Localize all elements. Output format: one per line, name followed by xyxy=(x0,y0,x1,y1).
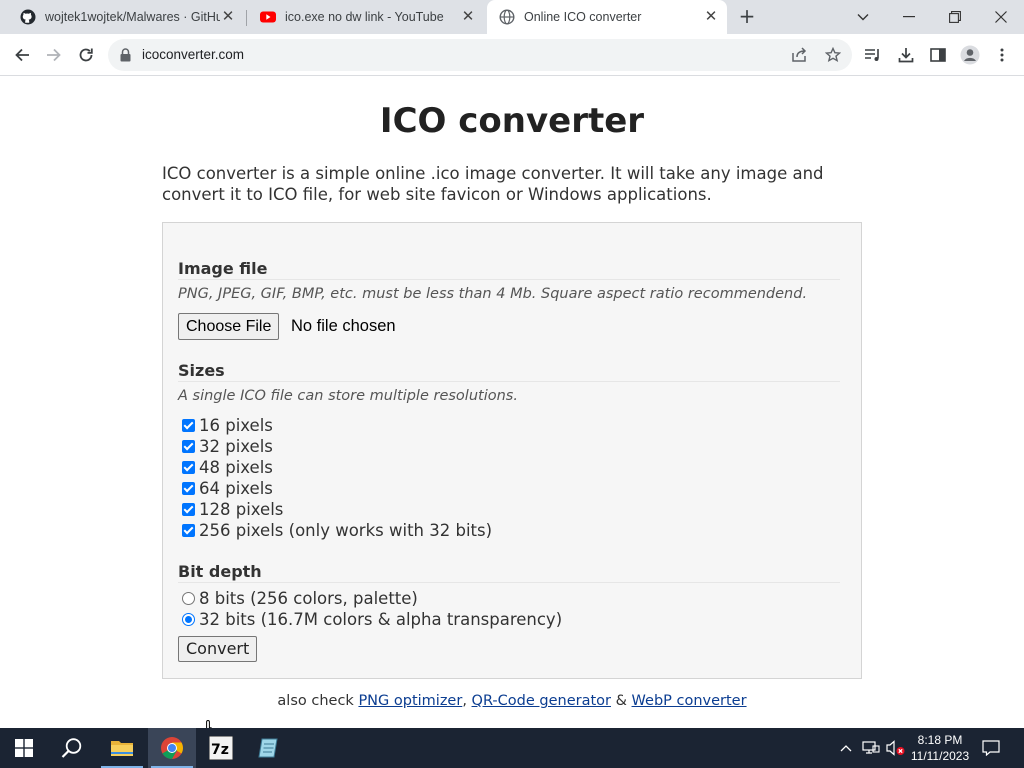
size-option-label: 16 pixels xyxy=(199,416,273,435)
divider xyxy=(178,381,840,382)
media-control-icon[interactable] xyxy=(862,44,884,66)
close-icon[interactable]: ✕ xyxy=(460,9,476,25)
windows-taskbar: 7z 8:18 PM 11/11/2023 xyxy=(0,728,1024,768)
file-status: No file chosen xyxy=(291,317,396,335)
intro-text: ICO converter is a simple online .ico im… xyxy=(162,164,824,204)
size-option-label: 48 pixels xyxy=(199,458,273,477)
image-file-hint: PNG, JPEG, GIF, BMP, etc. must be less t… xyxy=(178,286,808,302)
forward-arrow-icon[interactable] xyxy=(40,41,68,69)
share-icon[interactable] xyxy=(788,44,810,66)
32-bit-radio[interactable] xyxy=(182,613,195,626)
github-icon xyxy=(20,9,36,25)
webp-converter-link[interactable]: WebP converter xyxy=(632,693,747,709)
star-icon[interactable] xyxy=(822,44,844,66)
globe-icon xyxy=(499,9,515,25)
tab-separator xyxy=(246,10,247,26)
network-icon[interactable] xyxy=(861,738,881,758)
chrome-icon[interactable] xyxy=(148,728,196,768)
address-bar[interactable]: icoconverter.com xyxy=(108,39,852,71)
file-explorer-icon[interactable] xyxy=(98,728,146,768)
tab-youtube[interactable]: ico.exe no dw link - YouTube ✕ xyxy=(248,0,484,34)
sizes-hint: A single ICO file can store multiple res… xyxy=(178,388,518,404)
svg-text:7z: 7z xyxy=(211,742,229,758)
convert-button[interactable]: Convert xyxy=(178,636,258,662)
divider xyxy=(178,279,840,280)
size-16-checkbox[interactable] xyxy=(182,419,195,432)
new-tab-icon[interactable]: + xyxy=(736,6,758,28)
volume-muted-icon[interactable] xyxy=(886,738,906,758)
restore-icon[interactable] xyxy=(932,0,978,34)
clock-time: 8:18 PM xyxy=(917,733,963,747)
reload-icon[interactable] xyxy=(72,41,100,69)
tab-ico-converter[interactable]: Online ICO converter ✕ xyxy=(487,0,727,34)
png-optimizer-link[interactable]: PNG optimizer xyxy=(358,693,462,709)
7zip-icon[interactable]: 7z xyxy=(197,728,245,768)
notification-icon[interactable] xyxy=(981,738,1001,758)
size-48-checkbox[interactable] xyxy=(182,461,195,474)
image-file-heading: Image file xyxy=(178,259,268,278)
divider xyxy=(178,582,840,583)
8-bit-radio[interactable] xyxy=(182,592,195,605)
also-check-footer: also check PNG optimizer, QR-Code genera… xyxy=(0,693,1024,709)
size-option-32: 32 pixels xyxy=(182,437,273,456)
system-clock[interactable]: 8:18 PM 11/11/2023 xyxy=(910,732,970,764)
size-64-checkbox[interactable] xyxy=(182,482,195,495)
clock-date: 11/11/2023 xyxy=(910,749,970,763)
bit-depth-option-8: 8 bits (256 colors, palette) xyxy=(182,589,418,608)
tab-title: Online ICO converter xyxy=(524,10,642,24)
footer-separator: , xyxy=(462,693,472,709)
qr-code-generator-link[interactable]: QR-Code generator xyxy=(472,693,611,709)
bit-depth-option-32: 32 bits (16.7M colors & alpha transparen… xyxy=(182,610,562,629)
url-text[interactable]: icoconverter.com xyxy=(142,47,244,62)
size-256-checkbox[interactable] xyxy=(182,524,195,537)
tab-github[interactable]: wojtek1wojtek/Malwares · GitHub ✕ xyxy=(8,0,244,34)
size-option-48: 48 pixels xyxy=(182,458,273,477)
size-option-label: 64 pixels xyxy=(199,479,273,498)
browser-toolbar: icoconverter.com xyxy=(0,34,1024,76)
footer-prefix: also check xyxy=(277,693,359,709)
size-option-16: 16 pixels xyxy=(182,416,273,435)
search-icon[interactable] xyxy=(48,728,96,768)
tab-title: wojtek1wojtek/Malwares · GitHub xyxy=(45,10,220,24)
close-window-icon[interactable] xyxy=(978,0,1024,34)
close-icon[interactable]: ✕ xyxy=(703,9,719,25)
chevron-up-icon[interactable] xyxy=(836,738,856,758)
bit-depth-label: 8 bits (256 colors, palette) xyxy=(199,589,418,608)
side-panel-icon[interactable] xyxy=(927,44,949,66)
notepad-icon[interactable] xyxy=(246,728,294,768)
bit-depth-label: 32 bits (16.7M colors & alpha transparen… xyxy=(199,610,563,629)
choose-file-button[interactable]: Choose File xyxy=(178,313,280,340)
page-content: ICO converter ICO converter is a simple … xyxy=(0,77,1024,728)
footer-separator: & xyxy=(611,693,632,709)
mouse-cursor-icon xyxy=(203,719,219,728)
download-icon[interactable] xyxy=(895,44,917,66)
page-title: ICO converter xyxy=(379,101,645,141)
tab-search-icon[interactable] xyxy=(840,0,886,34)
size-option-label: 32 pixels xyxy=(199,437,273,456)
size-option-128: 128 pixels xyxy=(182,500,283,519)
size-option-label: 128 pixels xyxy=(199,500,284,519)
tab-title: ico.exe no dw link - YouTube xyxy=(285,10,444,24)
size-32-checkbox[interactable] xyxy=(182,440,195,453)
size-option-label: 256 pixels (only works with 32 bits) xyxy=(199,521,493,540)
minimize-icon[interactable] xyxy=(886,0,932,34)
size-128-checkbox[interactable] xyxy=(182,503,195,516)
size-option-256: 256 pixels (only works with 32 bits) xyxy=(182,521,492,540)
youtube-icon xyxy=(260,9,276,25)
profile-avatar-icon[interactable] xyxy=(959,44,981,66)
size-option-64: 64 pixels xyxy=(182,479,273,498)
windows-start-icon[interactable] xyxy=(0,728,48,768)
back-arrow-icon[interactable] xyxy=(8,41,36,69)
bit-depth-heading: Bit depth xyxy=(178,562,262,581)
tab-strip: wojtek1wojtek/Malwares · GitHub ✕ ico.ex… xyxy=(0,0,1024,34)
sizes-heading: Sizes xyxy=(178,361,225,380)
lock-icon[interactable] xyxy=(120,47,131,66)
converter-form: Image file PNG, JPEG, GIF, BMP, etc. mus… xyxy=(162,222,862,679)
kebab-menu-icon[interactable] xyxy=(991,44,1013,66)
close-icon[interactable]: ✕ xyxy=(220,9,236,25)
